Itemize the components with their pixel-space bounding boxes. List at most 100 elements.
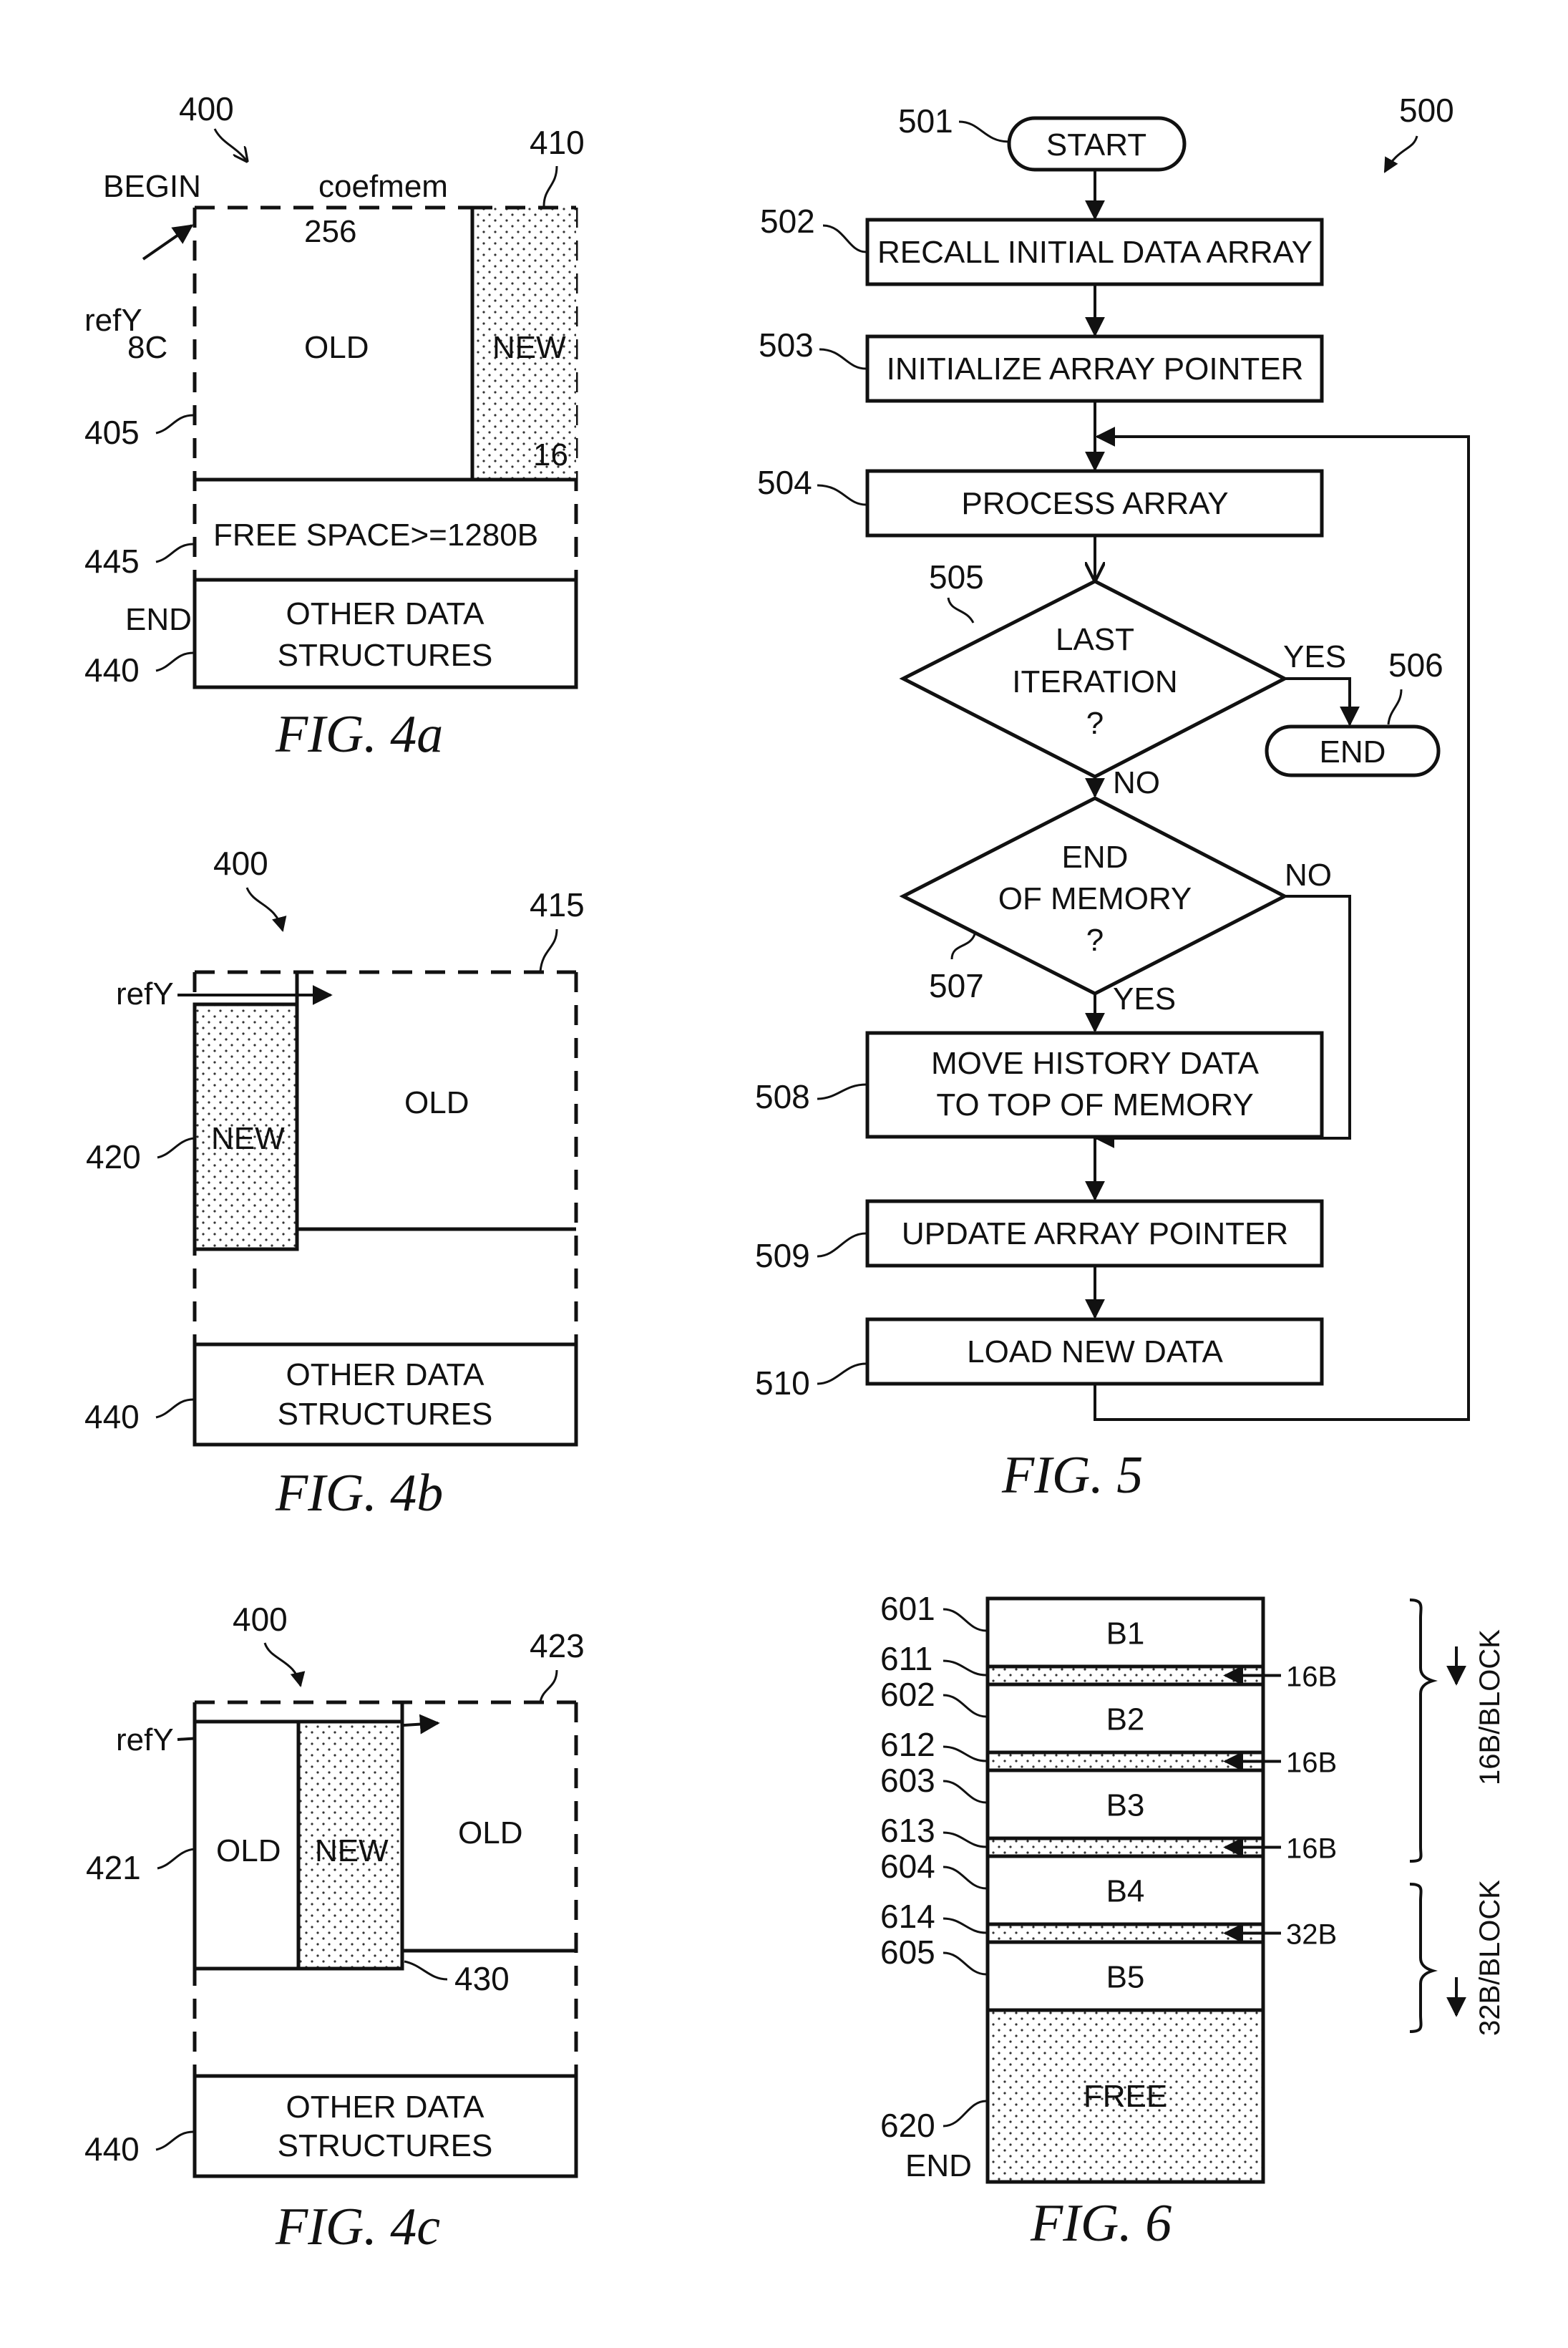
gap-ref-leader [943, 1917, 987, 1934]
ref-440: 440 [84, 651, 140, 689]
old-label: OLD [404, 1085, 469, 1120]
ref-423: 423 [530, 1627, 585, 1664]
end-label: END [125, 602, 192, 637]
fig-4c: 400 423 refY OLD NEW OLD 421 430 OTHER D… [84, 1601, 585, 2256]
ref-415: 415 [530, 886, 585, 923]
new-width-16: 16 [533, 437, 568, 472]
patent-drawing-sheet: 400 BEGIN coefmem 410 256 refY 8C OLD NE… [84, 90, 1506, 2256]
block-label: B1 [1106, 1616, 1145, 1651]
gap-ref-leader [943, 1659, 987, 1677]
ref-500: 500 [1399, 92, 1454, 129]
old-right-label: OLD [458, 1815, 522, 1850]
ref-503: 503 [759, 326, 814, 364]
yes-label: YES [1283, 639, 1346, 674]
gap-size-label: 32B [1286, 1919, 1337, 1951]
ref-405-leader [155, 414, 194, 435]
ref-430-leader [404, 1960, 448, 1981]
caption: FIG. 4a [275, 705, 443, 764]
ref-420: 420 [86, 1138, 141, 1175]
other-line-1: OTHER DATA [286, 596, 484, 631]
ref-430: 430 [454, 1960, 510, 1997]
no-label: NO [1285, 858, 1332, 893]
ref-505: 505 [929, 558, 984, 596]
ref-503-leader [819, 348, 867, 370]
fig-6-memory-blocks: B1 601 611 16B B2 602 612 16B B3 603 613 16B B4 604 61… [880, 1590, 1506, 2253]
free-space-label: FREE SPACE>=1280B [213, 518, 538, 553]
gap-size-label: 16B [1286, 1661, 1337, 1693]
ref-501-leader [958, 120, 1010, 143]
fig-5-flowchart: 501 START 500 RECALL INITIAL DATA ARRAY … [755, 92, 1470, 1505]
ref-509: 509 [755, 1237, 810, 1274]
block-label: B2 [1106, 1702, 1145, 1737]
other-line-1: OTHER DATA [286, 2090, 484, 2125]
fig-4a: 400 BEGIN coefmem 410 256 refY 8C OLD NE… [84, 90, 585, 764]
ref-421-leader [157, 1848, 195, 1870]
refy-label: refY [116, 976, 174, 1012]
gap-ref: 611 [880, 1640, 932, 1677]
ref-410: 410 [530, 124, 585, 161]
ref-400: 400 [233, 1601, 288, 1638]
ref-440: 440 [84, 2130, 140, 2168]
step-line-2: TO TOP OF MEMORY [936, 1087, 1253, 1122]
ref-440-leader [155, 651, 194, 672]
new-label: NEW [211, 1121, 285, 1156]
gap-ref-leader [943, 1745, 987, 1762]
ref-501: 501 [898, 102, 953, 140]
ref-509-leader [817, 1232, 867, 1258]
block-ref: 601 [880, 1590, 935, 1627]
gap-ref: 614 [880, 1898, 935, 1935]
block-layer: B1 601 611 16B B2 602 612 16B B3 603 613 16B B4 604 61… [880, 1590, 1337, 2184]
yes-label: YES [1113, 981, 1176, 1017]
step-label: RECALL INITIAL DATA ARRAY [877, 235, 1313, 270]
gap-region [985, 1836, 1265, 1858]
free-label: FREE [1084, 2079, 1167, 2114]
refy-label: refY [116, 1722, 174, 1757]
gap-size-label: 16B [1286, 1747, 1337, 1779]
block-ref-leader [943, 1608, 987, 1632]
brace-16b [1409, 1599, 1438, 1863]
ref-510: 510 [755, 1364, 810, 1402]
width-256: 256 [304, 214, 356, 249]
other-line-2: STRUCTURES [278, 638, 493, 673]
ref-508: 508 [755, 1078, 810, 1115]
ref-500-leader [1383, 135, 1418, 173]
ref-506-leader [1387, 689, 1403, 725]
refy-arrow [142, 224, 194, 261]
block-ref: 603 [880, 1762, 935, 1799]
ref-507-leader [950, 933, 976, 960]
step-label: PROCESS ARRAY [961, 486, 1228, 521]
free-ref: 620 [880, 2107, 935, 2144]
ref-400: 400 [179, 90, 234, 127]
caption: FIG. 5 [1001, 1446, 1143, 1505]
other-line-2: STRUCTURES [278, 1397, 493, 1432]
step-label: LOAD NEW DATA [967, 1334, 1223, 1369]
other-line-2: STRUCTURES [278, 2128, 493, 2163]
ref-420-leader [157, 1137, 195, 1159]
gap-ref-leader [943, 1831, 987, 1848]
fig-4b: 400 415 refY NEW OLD 420 OTHER DATA STRU… [84, 845, 585, 1523]
caption: FIG. 4c [275, 2198, 440, 2256]
decision-line-1: END [1062, 840, 1129, 875]
ref-504-leader [817, 484, 867, 506]
end-label: END [905, 2148, 972, 2183]
ref-445-leader [155, 543, 194, 563]
block-label: B4 [1106, 1874, 1145, 1909]
brace-label-16b: 16B/BLOCK [1474, 1629, 1506, 1785]
gap-region [985, 1750, 1265, 1772]
ref-400-leader [263, 1642, 306, 1688]
caption: FIG. 4b [275, 1464, 443, 1523]
coefmem-label: coefmem [318, 169, 448, 204]
no-label: NO [1113, 765, 1160, 800]
step-label: UPDATE ARRAY POINTER [902, 1216, 1288, 1251]
block-ref: 605 [880, 1934, 935, 1971]
new-label: NEW [315, 1833, 389, 1868]
ref-440-leader [155, 1398, 194, 1419]
decision-line-2: OF MEMORY [998, 881, 1192, 916]
begin-label: BEGIN [103, 169, 201, 204]
ref-445: 445 [84, 543, 140, 580]
ref-504: 504 [757, 464, 812, 501]
new-label: NEW [492, 330, 566, 365]
gap-ref: 613 [880, 1812, 935, 1849]
step-label: INITIALIZE ARRAY POINTER [887, 351, 1304, 387]
block-ref-leader [943, 1780, 987, 1804]
